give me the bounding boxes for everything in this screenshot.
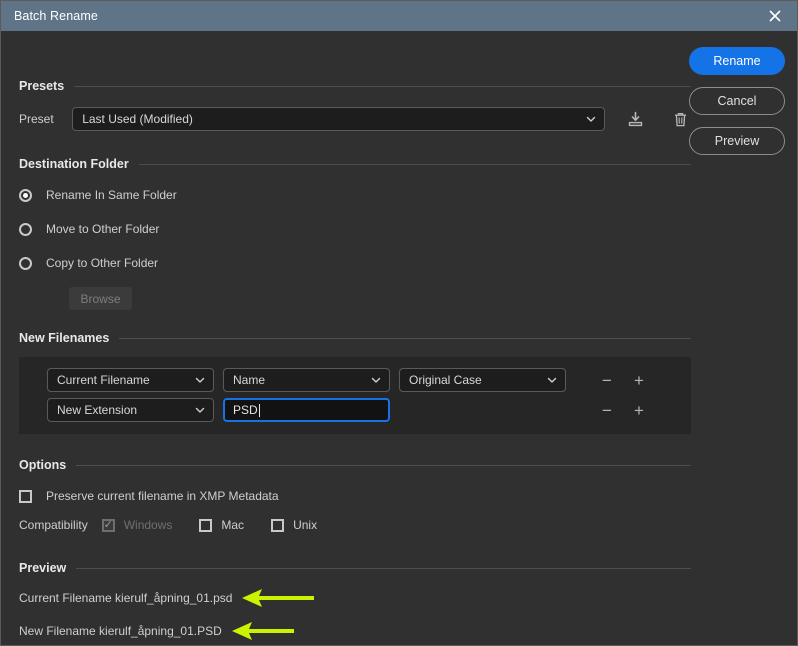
section-divider — [76, 567, 691, 569]
rule-option-value: Name — [233, 373, 266, 387]
new-filenames-panel: Current Filename Name Original Case − + … — [19, 357, 691, 434]
new-filenames-heading-row: New Filenames — [19, 331, 691, 345]
checkbox-icon — [199, 518, 213, 532]
presets-heading: Presets — [19, 79, 65, 93]
radio-rename-same-folder[interactable]: Rename In Same Folder — [19, 185, 691, 205]
add-rule-button[interactable]: + — [630, 371, 648, 389]
options-heading-row: Options — [19, 458, 691, 472]
filename-rule-row: Current Filename Name Original Case − + — [19, 365, 691, 395]
new-filenames-heading: New Filenames — [19, 331, 110, 345]
batch-rename-dialog: Batch Rename Presets Preset Last Used (M… — [0, 0, 798, 646]
presets-heading-row: Presets — [19, 79, 691, 93]
remove-rule-button[interactable]: − — [598, 371, 616, 389]
radio-label: Rename In Same Folder — [46, 188, 177, 202]
new-extension-input[interactable]: PSD — [223, 398, 390, 422]
close-button[interactable] — [753, 1, 797, 31]
row-controls: − + — [598, 371, 648, 389]
chevron-down-icon — [547, 377, 557, 383]
options-section: Options Preserve current filename in XMP… — [19, 458, 691, 532]
destination-folder-section: Destination Folder Rename In Same Folder… — [19, 157, 691, 310]
options-heading: Options — [19, 458, 67, 472]
rule-option-select[interactable]: Name — [223, 368, 390, 392]
chevron-down-icon — [195, 407, 205, 413]
annotation-arrow-icon — [242, 589, 315, 607]
destination-heading-row: Destination Folder — [19, 157, 691, 171]
presets-section: Presets Preset Last Used (Modified) — [19, 79, 691, 131]
checkbox-icon-checked-disabled: ✓ — [101, 518, 115, 532]
radio-label: Move to Other Folder — [46, 222, 160, 236]
remove-rule-button[interactable]: − — [598, 401, 616, 419]
rule-case-value: Original Case — [409, 373, 482, 387]
save-preset-icon — [628, 111, 643, 126]
rename-button[interactable]: Rename — [689, 47, 785, 75]
title-bar: Batch Rename — [1, 1, 797, 31]
rule-type-select[interactable]: New Extension — [47, 398, 214, 422]
rule-case-select[interactable]: Original Case — [399, 368, 566, 392]
window-title: Batch Rename — [14, 9, 98, 23]
preview-heading: Preview — [19, 561, 67, 575]
radio-icon — [19, 222, 32, 236]
chevron-down-icon — [195, 377, 205, 383]
checkbox-icon — [271, 518, 285, 532]
preview-button[interactable]: Preview — [689, 127, 785, 155]
section-divider — [76, 464, 691, 466]
filename-rule-row: New Extension PSD − + — [19, 395, 691, 425]
text-caret — [258, 403, 260, 417]
compat-mac-label: Mac — [221, 518, 245, 532]
dialog-body: Presets Preset Last Used (Modified) Dest… — [1, 31, 797, 645]
chevron-down-icon — [371, 377, 381, 383]
rule-type-value: Current Filename — [57, 373, 150, 387]
preview-section: Preview Current Filename kierulf_åpning_… — [19, 561, 691, 646]
preset-select-value: Last Used (Modified) — [82, 112, 193, 126]
section-divider — [138, 163, 691, 165]
compat-windows-label: Windows — [123, 518, 173, 532]
add-rule-button[interactable]: + — [630, 401, 648, 419]
compat-mac[interactable]: Mac — [199, 518, 244, 532]
preset-label: Preset — [19, 112, 54, 126]
rule-type-value: New Extension — [57, 403, 138, 417]
compatibility-label: Compatibility — [19, 518, 88, 532]
row-controls: − + — [598, 401, 648, 419]
radio-move-other-folder[interactable]: Move to Other Folder — [19, 219, 691, 239]
cancel-button[interactable]: Cancel — [689, 87, 785, 115]
radio-label: Copy to Other Folder — [46, 256, 159, 270]
preview-heading-row: Preview — [19, 561, 691, 575]
preset-row: Preset Last Used (Modified) — [19, 107, 691, 131]
rule-type-select[interactable]: Current Filename — [47, 368, 214, 392]
destination-heading: Destination Folder — [19, 157, 129, 171]
annotation-arrow-icon — [231, 622, 294, 640]
save-preset-button[interactable] — [625, 108, 647, 130]
compatibility-row: Compatibility ✓ Windows Mac Unix — [19, 518, 691, 532]
radio-icon-selected — [19, 188, 32, 202]
preserve-filename-label: Preserve current filename in XMP Metadat… — [46, 489, 279, 503]
preset-select[interactable]: Last Used (Modified) — [72, 107, 605, 131]
new-filenames-section: New Filenames Current Filename Name Orig… — [19, 331, 691, 434]
compat-windows: ✓ Windows — [101, 518, 173, 532]
close-icon — [769, 10, 781, 22]
chevron-down-icon — [586, 116, 596, 122]
checkbox-icon — [19, 489, 32, 503]
delete-preset-button[interactable] — [669, 108, 691, 130]
section-divider — [74, 85, 691, 87]
radio-icon — [19, 256, 32, 270]
compat-unix[interactable]: Unix — [271, 518, 317, 532]
new-extension-value: PSD — [233, 403, 258, 417]
browse-button[interactable]: Browse — [69, 287, 132, 310]
preview-new-filename: New Filename kierulf_åpning_01.PSD — [19, 624, 222, 638]
preview-current-filename-row: Current Filename kierulf_åpning_01.psd — [19, 588, 691, 608]
radio-copy-other-folder[interactable]: Copy to Other Folder — [19, 253, 691, 273]
compat-unix-label: Unix — [293, 518, 318, 532]
trash-icon — [674, 112, 686, 126]
action-buttons: Rename Cancel Preview — [689, 47, 785, 155]
preserve-filename-checkbox-row[interactable]: Preserve current filename in XMP Metadat… — [19, 489, 691, 503]
preview-new-filename-row: New Filename kierulf_åpning_01.PSD — [19, 621, 691, 641]
section-divider — [119, 337, 691, 339]
preview-current-filename: Current Filename kierulf_åpning_01.psd — [19, 591, 233, 605]
